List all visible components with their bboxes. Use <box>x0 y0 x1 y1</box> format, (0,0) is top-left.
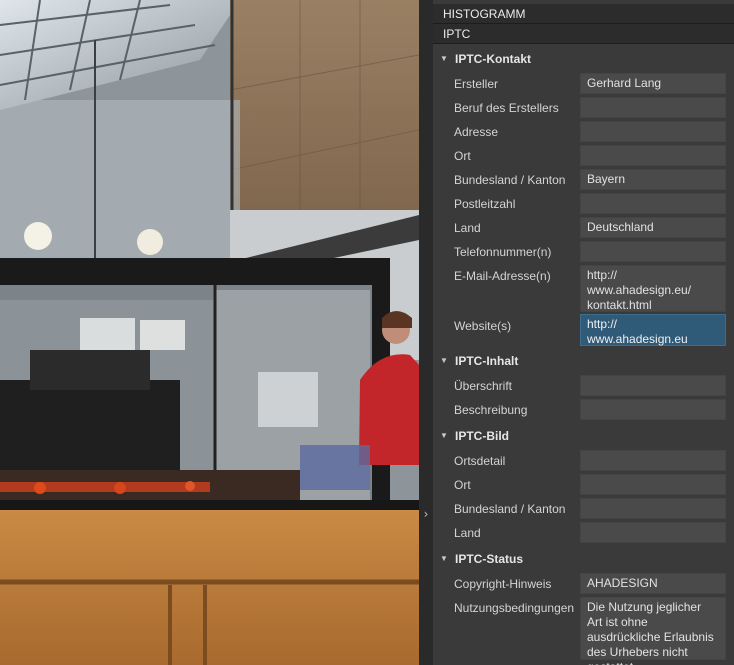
triangle-down-icon[interactable]: ▼ <box>437 425 451 447</box>
photo-preview <box>0 0 419 665</box>
field-label: Nutzungsbedingungen <box>454 601 575 615</box>
section-iptc-inhalt[interactable]: ▼ IPTC-Inhalt <box>433 350 734 372</box>
field-label: Bundesland / Kanton <box>454 173 566 187</box>
field-input-bundesland[interactable]: Bayern <box>580 169 726 190</box>
section-title: IPTC-Status <box>455 552 524 566</box>
field-input-telefon[interactable] <box>580 241 726 262</box>
field-input-bild-ort[interactable] <box>580 474 726 495</box>
triangle-down-icon[interactable]: ▼ <box>437 548 451 570</box>
triangle-down-icon[interactable]: ▼ <box>437 350 451 372</box>
field-label: Bundesland / Kanton <box>454 502 566 516</box>
section-iptc-kontakt[interactable]: ▼ IPTC-Kontakt <box>433 48 734 70</box>
histogram-header[interactable]: HISTOGRAMM <box>433 4 734 24</box>
field-input-ersteller[interactable]: Gerhard Lang <box>580 73 726 94</box>
field-input-beschreibung[interactable] <box>580 399 726 420</box>
field-label: Postleitzahl <box>454 197 516 211</box>
field-label: Land <box>454 221 481 235</box>
section-title: IPTC-Inhalt <box>455 354 519 368</box>
field-label: Beruf des Erstellers <box>454 101 559 115</box>
field-input-postleitzahl[interactable] <box>580 193 726 214</box>
field-input-adresse[interactable] <box>580 121 726 142</box>
field-label: Beschreibung <box>454 403 528 417</box>
section-iptc-status[interactable]: ▼ IPTC-Status <box>433 548 734 570</box>
section-title: IPTC-Kontakt <box>455 52 531 66</box>
field-input-nutzungsbedingungen[interactable]: Die Nutzung jeglicher Art ist ohne ausdr… <box>580 597 726 665</box>
field-input-bild-bundesland[interactable] <box>580 498 726 519</box>
field-label: Adresse <box>454 125 499 139</box>
field-input-email[interactable]: http:// www.ahadesign.eu/ kontakt.html <box>580 265 726 312</box>
field-input-beruf[interactable] <box>580 97 726 118</box>
field-label: Ersteller <box>454 77 499 91</box>
field-label: Ortsdetail <box>454 454 506 468</box>
field-label: E-Mail-Adresse(n) <box>454 269 551 283</box>
triangle-down-icon[interactable]: ▼ <box>437 48 451 70</box>
section-title: IPTC-Bild <box>455 429 509 443</box>
chevron-right-icon[interactable]: › <box>419 506 433 522</box>
field-input-copyright[interactable]: AHADESIGN <box>580 573 726 594</box>
field-label: Website(s) <box>454 319 512 333</box>
field-input-land[interactable]: Deutschland <box>580 217 726 238</box>
panel-divider[interactable]: › <box>419 0 433 665</box>
field-input-ortsdetail[interactable] <box>580 450 726 471</box>
iptc-header[interactable]: IPTC <box>433 24 734 44</box>
field-input-ueberschrift[interactable] <box>580 375 726 396</box>
field-input-bild-land[interactable] <box>580 522 726 543</box>
field-label: Ort <box>454 149 471 163</box>
section-iptc-bild[interactable]: ▼ IPTC-Bild <box>433 425 734 447</box>
field-label: Telefonnummer(n) <box>454 245 552 259</box>
field-input-website[interactable]: http:// www.ahadesign.eu <box>580 314 726 346</box>
field-label: Ort <box>454 478 471 492</box>
field-label: Überschrift <box>454 379 513 393</box>
field-input-ort[interactable] <box>580 145 726 166</box>
photo-image <box>0 0 419 665</box>
field-label: Copyright-Hinweis <box>454 577 552 591</box>
metadata-panel: HISTOGRAMM IPTC ▼ IPTC-Kontakt Ersteller … <box>433 0 734 665</box>
field-label: Land <box>454 526 481 540</box>
